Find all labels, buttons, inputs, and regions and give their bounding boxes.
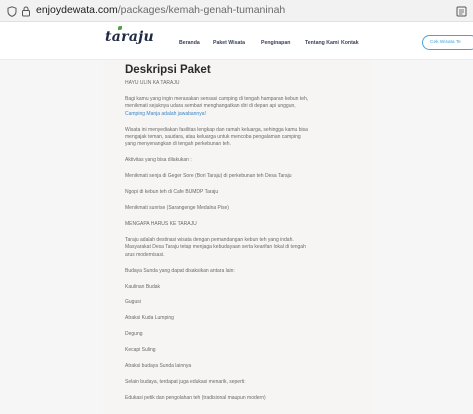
package-description-section: Deskripsi Paket HAYU ULIN KA TARAJU Bagi… <box>118 60 373 414</box>
list-item: MENGAPA HARUS KE TARAJU <box>125 220 197 227</box>
list-item: Kecapi Suling <box>125 347 156 354</box>
list-item: Atraksi budaya Sunda lainnya <box>125 363 192 370</box>
browser-address-bar[interactable]: enjoydewata.com/packages/kemah-genah-tum… <box>0 0 473 22</box>
lock-icon[interactable] <box>20 5 32 17</box>
highlight-line: Camping Manja adalah jawabannya! <box>125 110 206 117</box>
site-logo[interactable]: taraju <box>105 29 154 45</box>
leaf-icon <box>118 26 122 30</box>
list-item: Selain budaya, terdapat juga edukasi men… <box>125 378 246 385</box>
list-item: Aktivitas yang bisa dilakukan : <box>125 157 192 164</box>
paragraph-facilities: Wisata ini menyediakan fasilitas lengkap… <box>125 127 368 149</box>
list-item: Ngopi di kebun teh di Cafe BUMDP Taraju <box>125 189 219 196</box>
site-navbar: taraju Beranda Paket Wisata Penginapan T… <box>0 22 473 60</box>
subtitle: HAYU ULIN KA TARAJU <box>125 80 180 86</box>
list-item: Edukasi petik dan pengolahan teh (tradis… <box>125 394 266 401</box>
list-item: Menikmati senja di Geger Sore (Bori Tara… <box>125 173 292 180</box>
paragraph-line: arus modernisasi. <box>125 251 165 258</box>
paragraph-why-taraju: Taraju adalah destinasi wisata dengan pe… <box>125 237 368 259</box>
url-text[interactable]: enjoydewata.com/packages/kemah-genah-tum… <box>36 4 285 16</box>
list-item: Kaulinan Budak <box>125 283 161 290</box>
nav-paket-wisata[interactable]: Paket Wisata <box>213 40 245 46</box>
paragraph-line: Taraju adalah destinasi wisata dengan pe… <box>125 236 294 243</box>
list-item: Gugusi <box>125 299 141 306</box>
nav-beranda[interactable]: Beranda <box>179 40 200 46</box>
paragraph-line: Wisata ini menyediakan fasilitas lengkap… <box>125 126 308 133</box>
section-title: Deskripsi Paket <box>125 64 211 76</box>
nav-penginapan[interactable]: Penginapan <box>261 40 290 46</box>
list-item: Atraksi Kuda Lumping <box>125 315 174 322</box>
paragraph-line: yang menyenangkan di tengah perkebunan t… <box>125 141 231 148</box>
paragraph-line: menikmati sejuknya udara sembari menghan… <box>125 103 296 110</box>
list-item: Budaya Sunda yang dapat disaksikan antar… <box>125 267 235 274</box>
paragraph-line: Masyarakat Desa Taraju tetap menjaga keb… <box>125 244 306 251</box>
list-item: Menikmati sunrise (Sarangenge Medalna Pi… <box>125 205 229 212</box>
shield-icon[interactable] <box>6 5 18 17</box>
paragraph-intro: Bagi kamu yang ingin merasakan sensasi c… <box>125 96 368 118</box>
right-margin <box>373 22 473 414</box>
list-item: Degung <box>125 331 143 338</box>
nav-kontak[interactable]: Kontak <box>341 40 359 46</box>
paragraph-line: Bagi kamu yang ingin merasakan sensasi c… <box>125 95 309 102</box>
left-margin <box>0 22 103 414</box>
paragraph-line: mengajak teman, saudara, atau keluarga u… <box>125 134 301 141</box>
reader-view-icon[interactable] <box>455 5 467 17</box>
cek-wisata-button[interactable]: Cek Wisata Te <box>422 35 473 50</box>
nav-tentang-kami[interactable]: Tentang Kami <box>305 40 339 46</box>
